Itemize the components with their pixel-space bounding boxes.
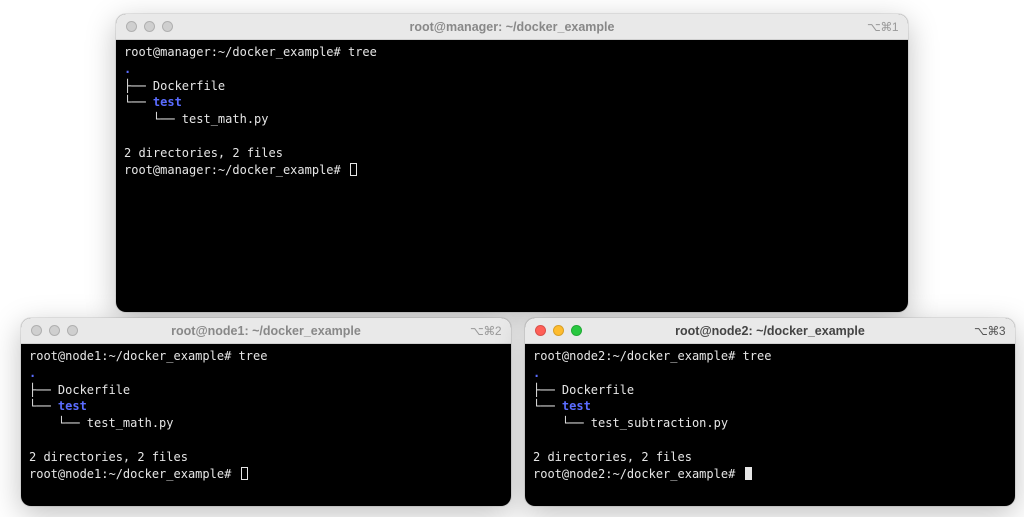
pane-shortcut: ⌥⌘3 bbox=[974, 324, 1005, 338]
terminal-window-node1[interactable]: root@node1: ~/docker_example ⌥⌘2 root@no… bbox=[21, 318, 511, 506]
tree-line: └── test_math.py bbox=[29, 416, 174, 430]
close-icon[interactable] bbox=[126, 21, 137, 32]
terminal-window-manager[interactable]: root@manager: ~/docker_example ⌥⌘1 root@… bbox=[116, 14, 908, 312]
prompt: root@node2:~/docker_example# bbox=[533, 467, 743, 481]
traffic-lights bbox=[535, 325, 582, 336]
tree-line-prefix: └── bbox=[29, 399, 58, 413]
close-icon[interactable] bbox=[31, 325, 42, 336]
zoom-icon[interactable] bbox=[571, 325, 582, 336]
cursor-icon bbox=[350, 163, 357, 176]
window-title: root@node2: ~/docker_example bbox=[525, 324, 1015, 338]
close-icon[interactable] bbox=[535, 325, 546, 336]
tree-line: └── test_subtraction.py bbox=[533, 416, 728, 430]
prompt: root@node1:~/docker_example# bbox=[29, 349, 239, 363]
tree-line: ├── Dockerfile bbox=[124, 79, 225, 93]
zoom-icon[interactable] bbox=[162, 21, 173, 32]
tree-line: ├── Dockerfile bbox=[29, 383, 130, 397]
window-title: root@manager: ~/docker_example bbox=[116, 20, 908, 34]
minimize-icon[interactable] bbox=[553, 325, 564, 336]
terminal-content[interactable]: root@manager:~/docker_example# tree . ├─… bbox=[116, 40, 908, 182]
minimize-icon[interactable] bbox=[144, 21, 155, 32]
prompt: root@node2:~/docker_example# bbox=[533, 349, 743, 363]
pane-shortcut: ⌥⌘2 bbox=[470, 324, 501, 338]
tree-line-prefix: └── bbox=[533, 399, 562, 413]
tree-line: └── test_math.py bbox=[124, 112, 269, 126]
command: tree bbox=[348, 45, 377, 59]
tree-root-dot: . bbox=[124, 62, 131, 76]
zoom-icon[interactable] bbox=[67, 325, 78, 336]
command: tree bbox=[743, 349, 772, 363]
tree-dir: test bbox=[562, 399, 591, 413]
window-title: root@node1: ~/docker_example bbox=[21, 324, 511, 338]
command: tree bbox=[239, 349, 268, 363]
tree-dir: test bbox=[58, 399, 87, 413]
tree-line-prefix: └── bbox=[124, 95, 153, 109]
tree-root-dot: . bbox=[29, 366, 36, 380]
traffic-lights bbox=[126, 21, 173, 32]
prompt: root@node1:~/docker_example# bbox=[29, 467, 239, 481]
traffic-lights bbox=[31, 325, 78, 336]
pane-shortcut: ⌥⌘1 bbox=[867, 20, 898, 34]
tree-root-dot: . bbox=[533, 366, 540, 380]
cursor-icon bbox=[745, 467, 752, 480]
prompt: root@manager:~/docker_example# bbox=[124, 45, 348, 59]
prompt: root@manager:~/docker_example# bbox=[124, 163, 348, 177]
tree-summary: 2 directories, 2 files bbox=[533, 450, 692, 464]
tree-summary: 2 directories, 2 files bbox=[29, 450, 188, 464]
titlebar[interactable]: root@manager: ~/docker_example ⌥⌘1 bbox=[116, 14, 908, 40]
titlebar[interactable]: root@node2: ~/docker_example ⌥⌘3 bbox=[525, 318, 1015, 344]
cursor-icon bbox=[241, 467, 248, 480]
tree-summary: 2 directories, 2 files bbox=[124, 146, 283, 160]
tree-line: ├── Dockerfile bbox=[533, 383, 634, 397]
terminal-window-node2[interactable]: root@node2: ~/docker_example ⌥⌘3 root@no… bbox=[525, 318, 1015, 506]
tree-dir: test bbox=[153, 95, 182, 109]
terminal-content[interactable]: root@node2:~/docker_example# tree . ├── … bbox=[525, 344, 1015, 486]
titlebar[interactable]: root@node1: ~/docker_example ⌥⌘2 bbox=[21, 318, 511, 344]
minimize-icon[interactable] bbox=[49, 325, 60, 336]
terminal-content[interactable]: root@node1:~/docker_example# tree . ├── … bbox=[21, 344, 511, 486]
